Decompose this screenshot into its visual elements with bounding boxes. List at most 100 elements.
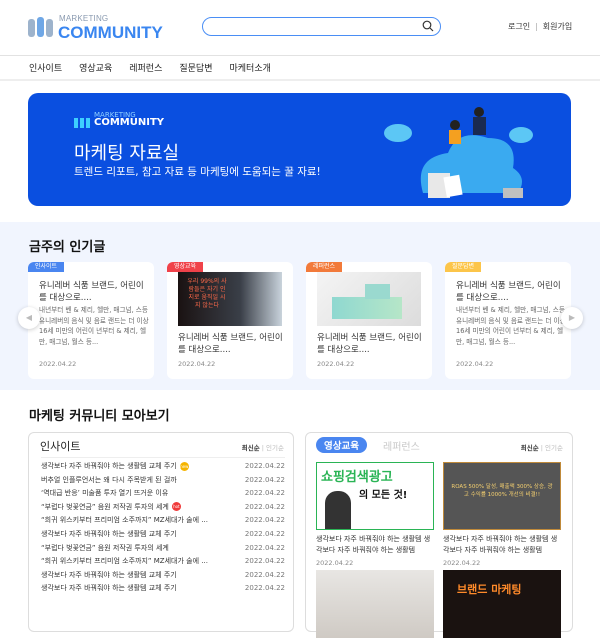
hero-banner[interactable]: MARKETING COMMUNITY 마케팅 자료실 트렌드 리포트, 참고 …: [28, 93, 571, 206]
card-excerpt: 내년부터 벤 & 제리, 헬만, 매그넘, 스등 유니레버의 음식 및 음료 랜…: [456, 306, 566, 346]
list-item[interactable]: 생각보다 자주 바꿔줘야 하는 생활템 교체 주기 2022.04.22: [41, 528, 285, 542]
list-item-date: 2022.04.22: [244, 557, 285, 566]
logo-main: COMMUNITY: [58, 23, 163, 42]
list-item-date: 2022.04.22: [244, 584, 285, 593]
list-item-title: 버추얼 인플루언서는 왜 다시 주목받게 된 걸까: [41, 474, 177, 488]
video-title: 생각보다 자주 바꿔줘야 하는 생활템 생각보다 자주 바꿔줘야 하는 생활템: [316, 535, 431, 554]
list-item-date: 2022.04.22: [244, 530, 285, 538]
search-icon[interactable]: [422, 20, 434, 32]
hot-badge-icon: hot: [171, 502, 181, 512]
list-item[interactable]: “부럽다 벚꽃연금” 음원 저작권 투자의 세계 hot 2022.04.22: [41, 501, 285, 515]
category-tag: 인사이트: [28, 262, 65, 272]
title-text: 생각보다 자주 바꿔줘야 하는 생활템 교체 주기: [41, 584, 177, 593]
logo-sub: MARKETING: [59, 14, 109, 23]
title-text: 생각보다 자주 바꿔줘야 하는 생활템 교체 주기: [41, 530, 177, 538]
banner-logo-icon: [74, 118, 90, 128]
card-title: 유니레버 식품 브랜드, 어린이를 대상으로....: [317, 333, 422, 355]
list-item-date: 2022.04.22: [244, 489, 285, 498]
nav-video[interactable]: 영상교육: [79, 61, 112, 74]
banner-subtitle: 트렌드 리포트, 참고 자료 등 마케팅에 도움되는 꿀 자료!: [74, 166, 321, 178]
tab-video[interactable]: 영상교육: [316, 437, 367, 453]
sort-popular[interactable]: 인기순: [266, 444, 284, 452]
video-date: 2022.04.22: [316, 559, 354, 567]
list-item[interactable]: “희귀 위스키부터 프리미엄 소주까지” MZ세대가 술에 ... 2022.04…: [41, 555, 285, 569]
carousel-next-button[interactable]: ▶: [561, 307, 583, 329]
card-date: 2022.04.22: [178, 360, 216, 368]
list-item-date: 2022.04.22: [244, 475, 285, 484]
thumbnail-subtitle: 의 모든 것!: [359, 490, 408, 501]
divider: |: [535, 22, 538, 31]
chevron-right-icon: ▶: [568, 313, 576, 322]
card-date: 2022.04.22: [317, 360, 355, 368]
card-excerpt: 내년부터 벤 & 제리, 헬만, 매그넘, 스등 유니레버의 음식 및 음료 랜…: [39, 306, 149, 346]
video-item[interactable]: 브랜드 마케팅: [443, 570, 561, 638]
card-thumbnail: 우리 99%의 사람들은 자기 인지로 움직일 시지 않는다: [178, 272, 282, 326]
divider: [0, 79, 600, 81]
community-title: 마케팅 커뮤니티 모아보기: [29, 409, 170, 424]
list-item[interactable]: “부럽다 벚꽃연금” 음원 저작권 투자의 세계 2022.04.22: [41, 542, 285, 556]
title-text: 생각보다 자주 바꿔줘야 하는 생활템 교체 주기: [41, 462, 177, 470]
title-text: 버추얼 인플루언서는 왜 다시 주목받게 된 걸까: [41, 475, 177, 484]
divider: [0, 55, 600, 56]
nav-qna[interactable]: 질문답변: [179, 61, 212, 74]
title-text: “희귀 위스키부터 프리미엄 소주까지” MZ세대가 술에 ...: [41, 557, 208, 566]
list-item-title: 생각보다 자주 바꿔줘야 하는 생활템 교체 주기 new: [41, 460, 189, 474]
card-title: 유니레버 식품 브랜드, 어린이를 대상으로....: [178, 333, 283, 355]
sort-options: 최신순 | 인기순: [520, 444, 563, 452]
sort-popular[interactable]: 인기순: [545, 444, 563, 452]
card-title: 유니레버 식품 브랜드, 어린이를 대상으로....: [456, 281, 561, 303]
search-input[interactable]: [202, 17, 441, 36]
title-text: ‘역대급 반응’ 미술품 투자 열기 뜨거운 이유: [41, 489, 169, 498]
list-item-date: 2022.04.22: [244, 570, 285, 579]
list-item-date: 2022.04.22: [244, 502, 285, 511]
category-tag: 영상교육: [167, 262, 204, 272]
popular-title: 금주의 인기글: [29, 240, 106, 255]
sort-newest[interactable]: 최신순: [521, 444, 539, 452]
list-item-date: 2022.04.22: [244, 543, 285, 552]
video-thumbnail: 브랜드 마케팅: [443, 570, 561, 638]
video-item[interactable]: 쇼핑검색광고 의 모든 것! 생각보다 자주 바꿔줘야 하는 생활템 생각보다 …: [316, 462, 434, 567]
banner-title: 마케팅 자료실: [74, 143, 180, 164]
list-item[interactable]: ‘역대급 반응’ 미술품 투자 열기 뜨거운 이유 2022.04.22: [41, 487, 285, 501]
list-item[interactable]: 버추얼 인플루언서는 왜 다시 주목받게 된 걸까 2022.04.22: [41, 474, 285, 488]
logo[interactable]: MARKETING COMMUNITY: [28, 14, 163, 42]
list-item[interactable]: 생각보다 자주 바꿔줘야 하는 생활템 교체 주기 new 2022.04.22: [41, 460, 285, 474]
card-date: 2022.04.22: [456, 360, 494, 368]
tab-reference[interactable]: 레퍼런스: [383, 438, 420, 453]
nav-marketers[interactable]: 마케터소개: [230, 61, 271, 74]
list-item[interactable]: “희귀 위스키부터 프리미엄 소주까지” MZ세대가 술에 ... 2022.04…: [41, 514, 285, 528]
popular-card[interactable]: 우리 99%의 사람들은 자기 인지로 움직일 시지 않는다 영상교육 유니레버…: [167, 262, 293, 379]
video-item[interactable]: ROAS 500% 달성, 매출액 300% 상승, 광고 수익률 1000% …: [443, 462, 561, 567]
list-item[interactable]: 생각보다 자주 바꿔줘야 하는 생활템 교체 주기 2022.04.22: [41, 582, 285, 596]
sort-options: 최신순 | 인기순: [241, 444, 284, 452]
card-date: 2022.04.22: [39, 360, 77, 368]
main-nav: 인사이트 영상교육 레퍼런스 질문답변 마케터소개: [29, 61, 288, 74]
sort-newest[interactable]: 최신순: [242, 444, 260, 452]
nav-reference[interactable]: 레퍼런스: [129, 61, 162, 74]
video-thumbnail: [316, 570, 434, 638]
login-link[interactable]: 로그인: [508, 22, 530, 31]
popular-card[interactable]: 레퍼런스 유니레버 식품 브랜드, 어린이를 대상으로.... 2022.04.…: [306, 262, 432, 379]
card-title: 유니레버 식품 브랜드, 어린이를 대상으로....: [39, 281, 144, 303]
banner-logo-main: COMMUNITY: [94, 117, 165, 128]
insight-title: 인사이트: [40, 440, 81, 453]
video-box: 영상교육 레퍼런스 최신순 | 인기순 쇼핑검색광고 의 모든 것! 생각보다 …: [305, 432, 573, 638]
list-item[interactable]: 생각보다 자주 바꿔줘야 하는 생활템 교체 주기 2022.04.22: [41, 569, 285, 583]
list-item-title: “부럽다 벚꽃연금” 음원 저작권 투자의 세계: [41, 542, 169, 556]
title-text: “희귀 위스키부터 프리미엄 소주까지” MZ세대가 술에 ...: [41, 516, 208, 525]
chevron-left-icon: ◀: [25, 313, 33, 322]
video-title: 생각보다 자주 바꿔줘야 하는 생활템 생각보다 자주 바꿔줘야 하는 생활템: [443, 535, 558, 554]
nav-insight[interactable]: 인사이트: [29, 61, 62, 74]
new-badge-icon: new: [179, 461, 189, 471]
list-item-date: 2022.04.22: [244, 516, 285, 525]
list-item-title: “부럽다 벚꽃연금” 음원 저작권 투자의 세계 hot: [41, 501, 181, 515]
list-item-title: ‘역대급 반응’ 미술품 투자 열기 뜨거운 이유: [41, 487, 168, 501]
carousel-prev-button[interactable]: ◀: [18, 307, 40, 329]
video-item[interactable]: [316, 570, 434, 638]
popular-card[interactable]: 질문답변 유니레버 식품 브랜드, 어린이를 대상으로.... 내년부터 벤 &…: [445, 262, 571, 379]
auth-links: 로그인 | 회원가입: [508, 21, 572, 32]
list-item-title: 생각보다 자주 바꿔줘야 하는 생활템 교체 주기: [41, 582, 177, 596]
popular-card[interactable]: 인사이트 유니레버 식품 브랜드, 어린이를 대상으로.... 내년부터 벤 &…: [28, 262, 154, 379]
signup-link[interactable]: 회원가입: [543, 22, 572, 31]
logo-mark-icon: [28, 17, 53, 37]
